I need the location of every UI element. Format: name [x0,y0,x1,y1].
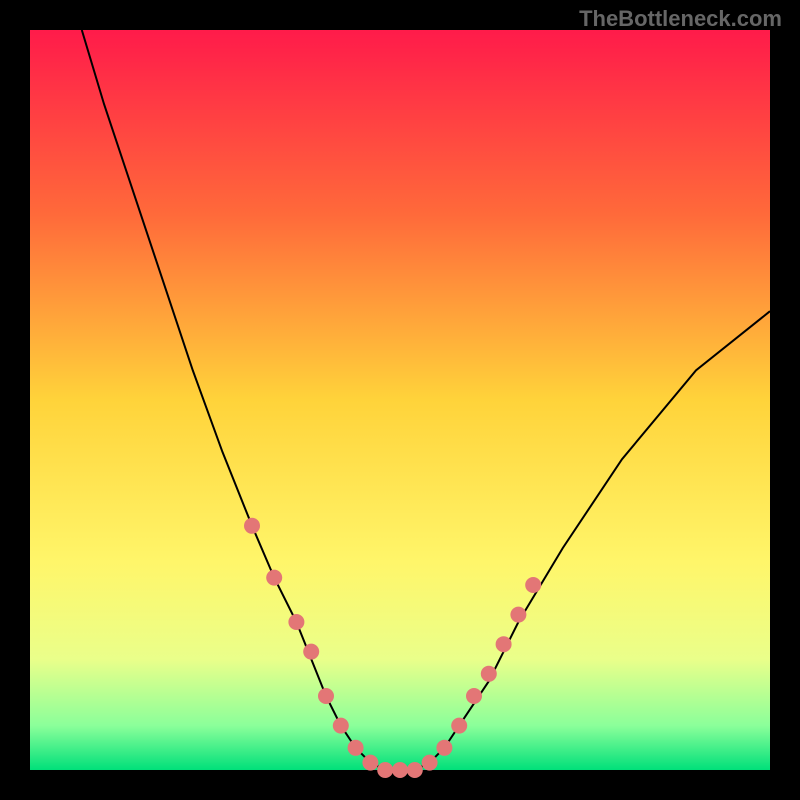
data-marker [266,570,282,586]
data-marker [288,614,304,630]
plot-background [30,30,770,770]
data-marker [525,577,541,593]
data-marker [422,755,438,771]
data-marker [377,762,393,778]
data-marker [362,755,378,771]
data-marker [303,644,319,660]
watermark-text: TheBottleneck.com [579,6,782,32]
data-marker [481,666,497,682]
data-marker [466,688,482,704]
data-marker [510,607,526,623]
data-marker [392,762,408,778]
data-marker [318,688,334,704]
data-marker [348,740,364,756]
bottleneck-chart [0,0,800,800]
data-marker [451,718,467,734]
data-marker [496,636,512,652]
data-marker [436,740,452,756]
data-marker [333,718,349,734]
data-marker [244,518,260,534]
chart-container: { "watermark": "TheBottleneck.com", "cha… [0,0,800,800]
data-marker [407,762,423,778]
